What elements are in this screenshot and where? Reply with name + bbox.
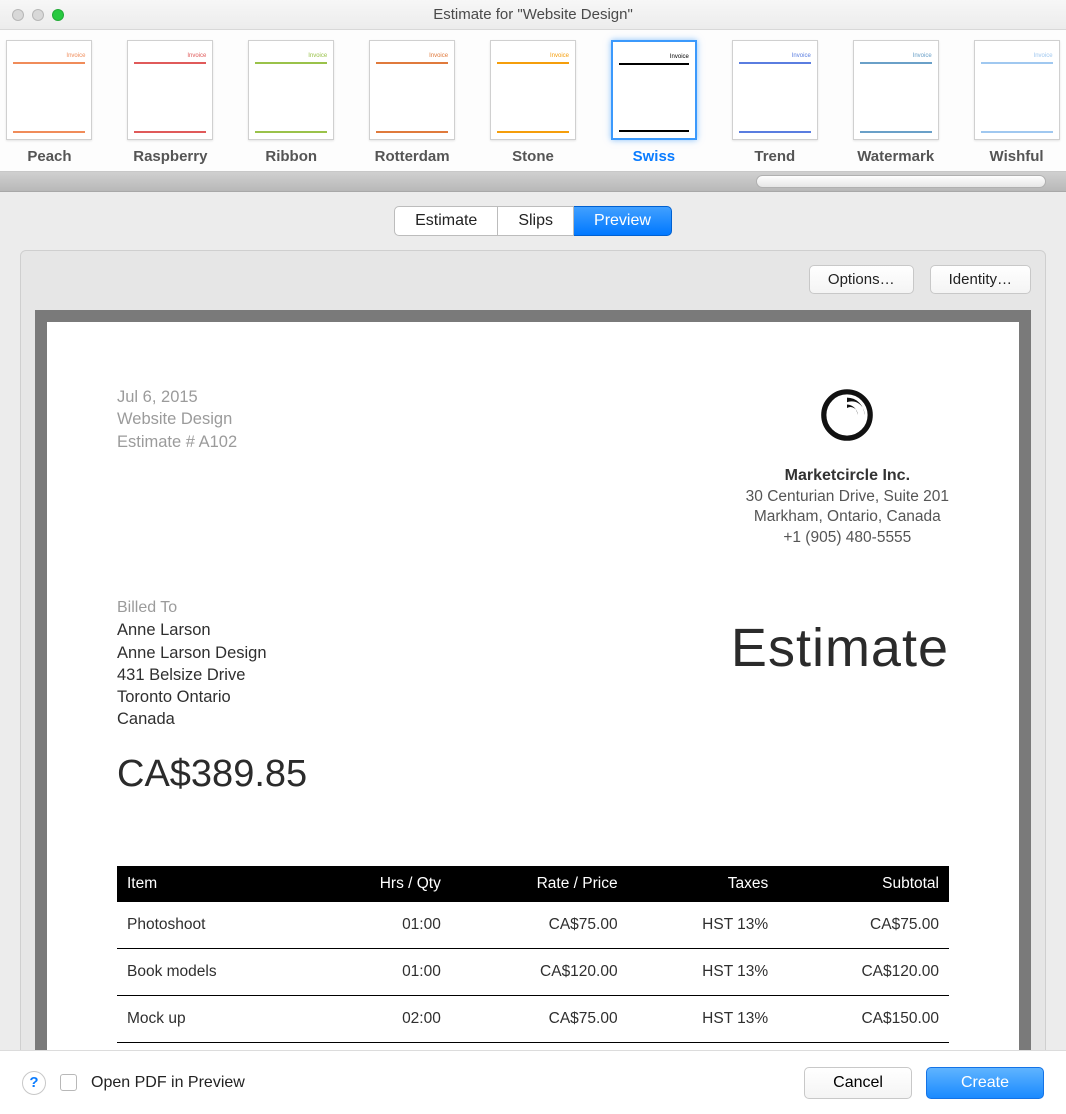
- bill-country: Canada: [117, 708, 307, 730]
- col-item: Item: [117, 866, 309, 902]
- company-address-2: Markham, Ontario, Canada: [746, 507, 949, 528]
- template-label: Raspberry: [133, 148, 207, 165]
- cell-taxes: HST 13%: [628, 995, 779, 1042]
- template-label: Ribbon: [265, 148, 317, 165]
- cell-rate: CA$75.00: [451, 995, 628, 1042]
- bill-name: Anne Larson: [117, 619, 307, 641]
- create-button[interactable]: Create: [926, 1067, 1044, 1099]
- estimate-project: Website Design: [117, 408, 237, 430]
- template-label: Watermark: [857, 148, 934, 165]
- template-watermark[interactable]: Invoice Watermark: [852, 40, 939, 165]
- titlebar: Estimate for "Website Design": [0, 0, 1066, 30]
- template-thumb: Invoice: [6, 40, 92, 140]
- tab-slips[interactable]: Slips: [498, 206, 574, 236]
- template-thumb: Invoice: [853, 40, 939, 140]
- template-label: Stone: [512, 148, 554, 165]
- template-ribbon[interactable]: Invoice Ribbon: [248, 40, 335, 165]
- company-block: Marketcircle Inc. 30 Centurian Drive, Su…: [746, 386, 949, 549]
- estimate-total: CA$389.85: [117, 753, 307, 796]
- template-thumb: Invoice: [974, 40, 1060, 140]
- template-rotterdam[interactable]: Invoice Rotterdam: [369, 40, 456, 165]
- template-trend[interactable]: Invoice Trend: [731, 40, 818, 165]
- cell-item: Book models: [117, 948, 309, 995]
- bill-street: 431 Belsize Drive: [117, 664, 307, 686]
- document-title: Estimate: [731, 617, 949, 679]
- minimize-button[interactable]: [32, 9, 44, 21]
- template-scrollbar-track[interactable]: [0, 172, 1066, 192]
- company-logo-icon: [746, 386, 949, 465]
- template-label: Trend: [754, 148, 795, 165]
- template-peach[interactable]: Invoice Peach: [6, 40, 93, 165]
- template-thumb: Invoice: [611, 40, 697, 140]
- cell-subtotal: CA$75.00: [778, 902, 949, 949]
- preview-panel: Options… Identity… Jul 6, 2015 Website D…: [20, 250, 1046, 1080]
- table-row: Mock up02:00CA$75.00HST 13%CA$150.00: [117, 995, 949, 1042]
- cell-subtotal: CA$120.00: [778, 948, 949, 995]
- template-thumb: Invoice: [732, 40, 818, 140]
- tab-estimate[interactable]: Estimate: [394, 206, 498, 236]
- template-thumb: Invoice: [248, 40, 334, 140]
- cancel-button[interactable]: Cancel: [804, 1067, 912, 1099]
- table-row: Book models01:00CA$120.00HST 13%CA$120.0…: [117, 948, 949, 995]
- template-label: Swiss: [633, 148, 676, 165]
- help-button[interactable]: ?: [22, 1071, 46, 1095]
- cell-subtotal: CA$150.00: [778, 995, 949, 1042]
- template-stone[interactable]: Invoice Stone: [490, 40, 577, 165]
- estimate-meta: Jul 6, 2015 Website Design Estimate # A1…: [117, 386, 237, 549]
- template-raspberry[interactable]: Invoice Raspberry: [127, 40, 214, 165]
- line-items-table: Item Hrs / Qty Rate / Price Taxes Subtot…: [117, 866, 949, 1043]
- template-thumb: Invoice: [127, 40, 213, 140]
- estimate-number: Estimate # A102: [117, 431, 237, 453]
- open-pdf-label: Open PDF in Preview: [91, 1074, 790, 1092]
- table-row: Photoshoot01:00CA$75.00HST 13%CA$75.00: [117, 902, 949, 949]
- traffic-lights: [12, 9, 64, 21]
- col-subtotal: Subtotal: [778, 866, 949, 902]
- company-phone: +1 (905) 480-5555: [746, 528, 949, 549]
- cell-rate: CA$75.00: [451, 902, 628, 949]
- segmented-control: Estimate Slips Preview: [0, 206, 1066, 236]
- close-button[interactable]: [12, 9, 24, 21]
- cell-item: Photoshoot: [117, 902, 309, 949]
- cell-qty: 01:00: [309, 902, 451, 949]
- options-button[interactable]: Options…: [809, 265, 914, 294]
- estimate-date: Jul 6, 2015: [117, 386, 237, 408]
- cell-qty: 02:00: [309, 995, 451, 1042]
- template-swiss[interactable]: Invoice Swiss: [610, 40, 697, 165]
- estimate-page: Jul 6, 2015 Website Design Estimate # A1…: [47, 322, 1019, 1070]
- col-rate: Rate / Price: [451, 866, 628, 902]
- template-thumb: Invoice: [490, 40, 576, 140]
- template-scrollbar-thumb[interactable]: [756, 175, 1046, 188]
- template-thumb: Invoice: [369, 40, 455, 140]
- cell-taxes: HST 13%: [628, 902, 779, 949]
- template-strip: Invoice Peach Invoice Raspberry Invoice Ribbo…: [0, 30, 1066, 172]
- zoom-button[interactable]: [52, 9, 64, 21]
- col-qty: Hrs / Qty: [309, 866, 451, 902]
- window-title: Estimate for "Website Design": [0, 6, 1066, 23]
- template-label: Wishful: [990, 148, 1044, 165]
- cell-rate: CA$120.00: [451, 948, 628, 995]
- company-name: Marketcircle Inc.: [746, 465, 949, 487]
- template-wishful[interactable]: Invoice Wishful: [973, 40, 1060, 165]
- identity-button[interactable]: Identity…: [930, 265, 1031, 294]
- company-address-1: 30 Centurian Drive, Suite 201: [746, 487, 949, 508]
- open-pdf-checkbox[interactable]: [60, 1074, 77, 1091]
- page-container: Jul 6, 2015 Website Design Estimate # A1…: [35, 310, 1031, 1070]
- cell-qty: 01:00: [309, 948, 451, 995]
- col-taxes: Taxes: [628, 866, 779, 902]
- dialog-footer: ? Open PDF in Preview Cancel Create: [0, 1050, 1066, 1114]
- cell-item: Mock up: [117, 995, 309, 1042]
- billed-to-block: Anne Larson Anne Larson Design 431 Belsi…: [117, 619, 307, 730]
- bill-city: Toronto Ontario: [117, 686, 307, 708]
- billed-to-label: Billed To: [117, 599, 307, 617]
- tab-preview[interactable]: Preview: [574, 206, 672, 236]
- template-label: Peach: [27, 148, 71, 165]
- cell-taxes: HST 13%: [628, 948, 779, 995]
- bill-company: Anne Larson Design: [117, 642, 307, 664]
- template-label: Rotterdam: [375, 148, 450, 165]
